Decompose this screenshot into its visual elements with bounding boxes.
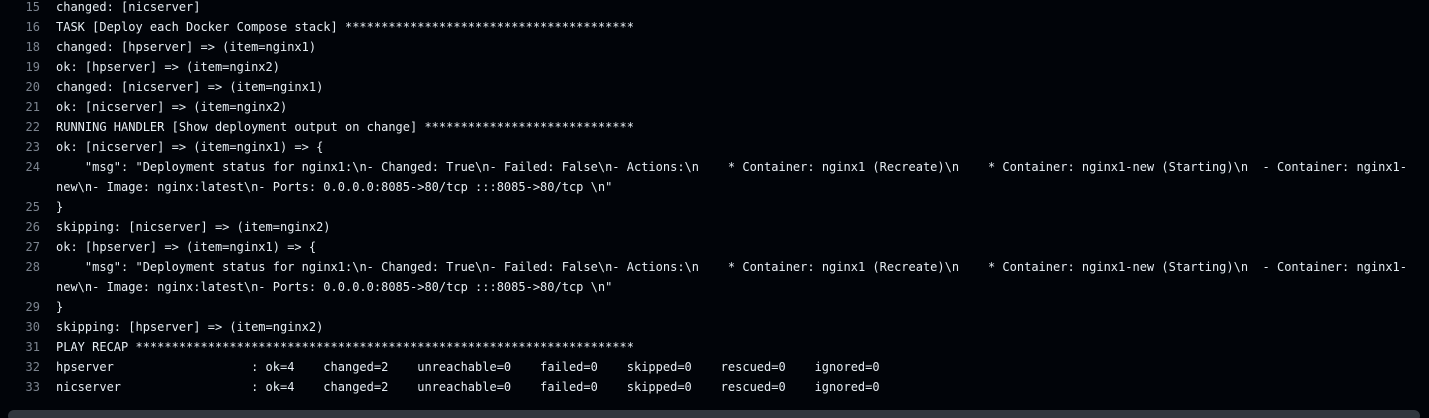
log-line: 24 "msg": "Deployment status for nginx1:… — [0, 157, 1429, 197]
log-line: 21 ok: [nicserver] => (item=nginx2) — [0, 97, 1429, 117]
log-line: 19 ok: [hpserver] => (item=nginx2) — [0, 57, 1429, 77]
horizontal-scrollbar[interactable] — [8, 410, 1420, 418]
line-number[interactable]: 31 — [0, 337, 40, 357]
log-output: 15 changed: [nicserver] 16 TASK [Deploy ea… — [0, 0, 1429, 397]
log-line: 30 skipping: [hpserver] => (item=nginx2) — [0, 317, 1429, 337]
line-number[interactable]: 20 — [0, 77, 40, 97]
line-number[interactable]: 18 — [0, 37, 40, 57]
line-number[interactable]: 16 — [0, 17, 40, 37]
line-number[interactable]: 25 — [0, 197, 40, 217]
log-line: 29} — [0, 297, 1429, 317]
log-line-text: TASK [Deploy each Docker Compose stack] … — [56, 20, 634, 34]
log-line-text: nicserver : ok=4 changed=2 unreachable=0… — [56, 380, 880, 394]
log-line: 27 ok: [hpserver] => (item=nginx1) => { — [0, 237, 1429, 257]
log-line: 15 changed: [nicserver] — [0, 0, 1429, 17]
line-number[interactable]: 15 — [0, 0, 40, 17]
line-number[interactable]: 27 — [0, 237, 40, 257]
log-line-text: "msg": "Deployment status for nginx1:\n-… — [56, 260, 1408, 294]
log-line: 23 ok: [nicserver] => (item=nginx1) => { — [0, 137, 1429, 157]
line-number[interactable]: 29 — [0, 297, 40, 317]
log-line: 32 hpserver : ok=4 changed=2 unreachable=… — [0, 357, 1429, 377]
line-number[interactable]: 33 — [0, 377, 40, 397]
line-number[interactable]: 26 — [0, 217, 40, 237]
log-line-text: ok: [hpserver] => (item=nginx2) — [56, 60, 280, 74]
line-number[interactable]: 24 — [0, 157, 40, 177]
log-line: 16 TASK [Deploy each Docker Compose stack… — [0, 17, 1429, 37]
log-line-text: PLAY RECAP *****************************… — [56, 340, 634, 354]
line-number[interactable]: 21 — [0, 97, 40, 117]
log-line-text: changed: [hpserver] => (item=nginx1) — [56, 40, 317, 54]
log-line-text: changed: [nicserver] => (item=nginx1) — [56, 80, 324, 94]
log-line: 28 "msg": "Deployment status for nginx1:… — [0, 257, 1429, 297]
line-number[interactable]: 30 — [0, 317, 40, 337]
line-number[interactable]: 22 — [0, 117, 40, 137]
log-line: 31 PLAY RECAP ***************************… — [0, 337, 1429, 357]
line-number[interactable]: 28 — [0, 257, 40, 277]
line-number[interactable]: 19 — [0, 57, 40, 77]
log-line: 22 RUNNING HANDLER [Show deployment outpu… — [0, 117, 1429, 137]
log-line-text: RUNNING HANDLER [Show deployment output … — [56, 120, 634, 134]
log-line-text: "msg": "Deployment status for nginx1:\n-… — [56, 160, 1408, 194]
log-line: 33 nicserver : ok=4 changed=2 unreachable… — [0, 377, 1429, 397]
log-line: 25} — [0, 197, 1429, 217]
log-line: 18 changed: [hpserver] => (item=nginx1) — [0, 37, 1429, 57]
log-line-text: skipping: [hpserver] => (item=nginx2) — [56, 320, 324, 334]
log-line: 26 skipping: [nicserver] => (item=nginx2) — [0, 217, 1429, 237]
log-line-text: skipping: [nicserver] => (item=nginx2) — [56, 220, 331, 234]
log-line-text: changed: [nicserver] — [56, 0, 201, 14]
line-number[interactable]: 32 — [0, 357, 40, 377]
log-line-text: ok: [hpserver] => (item=nginx1) => { — [56, 240, 317, 254]
log-line-text: ok: [nicserver] => (item=nginx2) — [56, 100, 288, 114]
log-line-text: } — [56, 300, 64, 314]
log-line-text: ok: [nicserver] => (item=nginx1) => { — [56, 140, 324, 154]
log-line-text: hpserver : ok=4 changed=2 unreachable=0 … — [56, 360, 880, 374]
log-line: 20 changed: [nicserver] => (item=nginx1) — [0, 77, 1429, 97]
log-line-text: } — [56, 200, 64, 214]
line-number[interactable]: 23 — [0, 137, 40, 157]
